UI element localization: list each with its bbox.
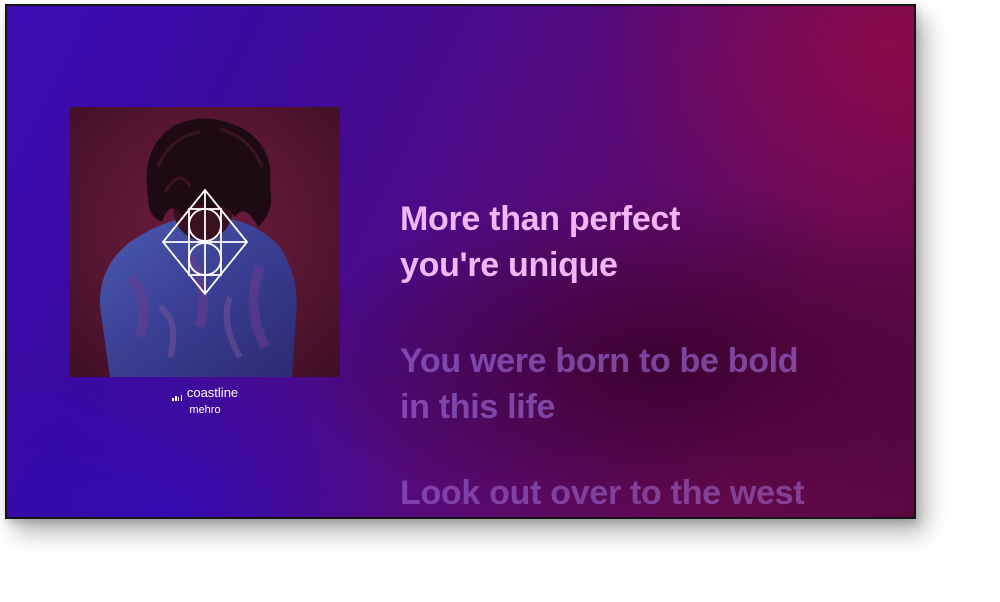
tv-frame: coastline mehro More than perfect you're…	[5, 4, 916, 519]
album-artwork[interactable]	[70, 107, 340, 377]
lyric-upcoming[interactable]: Look out over to the west	[400, 470, 880, 516]
lyric-current[interactable]: More than perfect you're unique	[400, 196, 880, 288]
track-title-row: coastline	[70, 385, 340, 401]
lyric-line: You were born to be bold	[400, 342, 799, 380]
artist-name: mehro	[189, 404, 221, 416]
album-artwork-image	[70, 107, 340, 377]
lyric-upcoming[interactable]: You were born to be bold in this life	[400, 338, 880, 430]
lyric-line: Look out over to the west	[400, 474, 805, 512]
lyric-line: you're unique	[400, 246, 618, 284]
lyric-line: More than perfect	[400, 200, 681, 238]
lyrics-screen: coastline mehro More than perfect you're…	[7, 6, 914, 517]
track-title: coastline	[186, 385, 239, 400]
lyric-line: in this life	[400, 388, 556, 426]
now-playing-info: coastline mehro	[70, 385, 340, 418]
playing-equalizer-icon	[172, 385, 184, 401]
lyrics-list: More than perfect you're unique You were…	[400, 196, 880, 516]
